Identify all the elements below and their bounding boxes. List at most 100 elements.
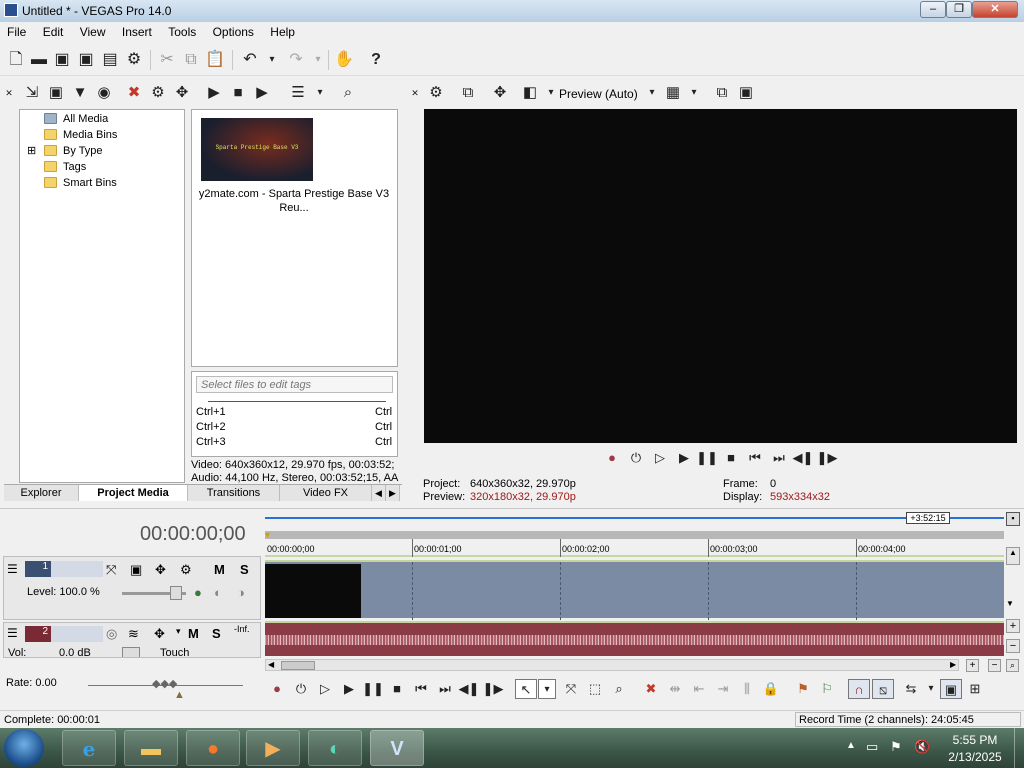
auto-preview-icon[interactable]: ▶ <box>252 80 272 106</box>
lock-icon[interactable]: 🔒 <box>760 679 782 699</box>
mute-button[interactable]: M <box>188 626 199 641</box>
action-center-icon[interactable]: ⚑ <box>890 739 902 755</box>
play-from-start-icon[interactable]: ▷ <box>314 679 336 699</box>
marker-bar[interactable] <box>265 531 1004 539</box>
scroll-right-icon[interactable]: ▶ <box>950 660 956 669</box>
mute-button[interactable]: M <box>214 562 225 577</box>
insert-region-icon[interactable]: ⚐ <box>816 679 838 699</box>
video-track-header[interactable]: ☰ 1 ⤧ ▣ ✥ ⚙ M S Level: 100.0 % ● ◐ ◑ <box>3 556 261 620</box>
render-icon[interactable]: ▤ <box>100 50 120 70</box>
edit-tool-icon[interactable]: ✋ <box>334 50 354 70</box>
quality-dropdown-icon[interactable]: ▾ <box>642 80 662 106</box>
go-to-start-icon[interactable]: ⏮ <box>744 448 766 468</box>
time-ruler[interactable]: 00:00:00;00 00:00:01;00 00:00:02;00 00:0… <box>265 539 1004 557</box>
pause-icon[interactable]: ❚❚ <box>696 448 718 468</box>
automation-mode-select[interactable]: Touch <box>160 647 189 657</box>
undo-dropdown-icon[interactable]: ▾ <box>262 50 282 70</box>
external-monitor-icon[interactable]: ⧉ <box>458 80 478 106</box>
capture-video-icon[interactable]: ▣ <box>46 80 66 106</box>
media-file-name[interactable]: y2mate.com - Sparta Prestige Base V3 Reu… <box>194 187 394 215</box>
record-icon[interactable]: ● <box>601 448 623 468</box>
save-as-icon[interactable]: ▣ <box>76 50 96 70</box>
level-slider-thumb[interactable] <box>170 586 182 600</box>
audio-track-header[interactable]: ☰ 2 ◎ ≋ ✥ ▾ M S -Inf. Vol: 0.0 dB Touch <box>3 622 261 658</box>
track-collapse-icon[interactable]: ☰ <box>7 626 18 640</box>
marker-flag-icon[interactable]: ▪ <box>1006 512 1020 526</box>
split-screen-icon[interactable]: ◧ <box>520 80 540 106</box>
tree-item-all-media[interactable]: All Media <box>20 111 184 127</box>
close-button[interactable]: ✕ <box>972 1 1018 18</box>
tab-scroll-left-icon[interactable]: ◀ <box>372 485 386 501</box>
trim-end-icon[interactable]: ⇥ <box>712 679 734 699</box>
video-fx-icon[interactable]: ✥ <box>490 80 510 106</box>
split-dropdown-icon[interactable]: ▾ <box>541 80 561 106</box>
menu-file[interactable]: File <box>0 22 32 39</box>
go-to-start-icon[interactable]: ⏮ <box>410 679 432 699</box>
ignore-event-grouping-icon[interactable]: ⊞ <box>964 679 986 699</box>
arm-record-icon[interactable]: ◎ <box>106 626 117 642</box>
overlays-dropdown-icon[interactable]: ▾ <box>684 80 704 106</box>
zoom-edit-tool-icon[interactable]: ⌕ <box>608 679 630 699</box>
tab-scroll-right-icon[interactable]: ▶ <box>386 485 400 501</box>
next-frame-icon[interactable]: ❚▶ <box>816 448 838 468</box>
panel-close-icon[interactable]: ✕ <box>410 80 420 106</box>
search-icon[interactable]: ⌕ <box>338 80 358 106</box>
tab-project-media[interactable]: Project Media <box>79 485 188 501</box>
insert-marker-icon[interactable]: ⚑ <box>792 679 814 699</box>
make-compositing-child-icon[interactable]: ◑ <box>237 585 245 600</box>
properties-icon[interactable]: ⚙ <box>124 50 144 70</box>
start-button[interactable] <box>4 729 44 767</box>
preview-properties-icon[interactable]: ⚙ <box>426 80 446 106</box>
volume-slider-thumb[interactable] <box>122 647 140 657</box>
play-icon[interactable]: ▶ <box>338 679 360 699</box>
minimize-button[interactable]: – <box>920 1 946 18</box>
copy-icon[interactable]: ⧉ <box>181 50 201 70</box>
next-frame-icon[interactable]: ❚▶ <box>482 679 504 699</box>
selection-tool-icon[interactable]: ⬚ <box>584 679 606 699</box>
menu-help[interactable]: Help <box>263 22 301 39</box>
split-icon[interactable]: ⫼ <box>736 679 758 699</box>
zoom-in-vertical-icon[interactable]: + <box>1006 619 1020 633</box>
edit-tool-dropdown-icon[interactable]: ▾ <box>538 679 556 699</box>
paste-icon[interactable]: 📋 <box>205 50 225 70</box>
auto-crossfade-icon[interactable]: ⧅ <box>872 679 894 699</box>
media-fx-icon[interactable]: ✥ <box>172 80 192 106</box>
go-to-end-icon[interactable]: ⏭ <box>768 448 790 468</box>
timeline-scroll-bar[interactable] <box>265 513 1004 519</box>
tab-transitions[interactable]: Transitions <box>188 485 280 501</box>
clock-date[interactable]: 2/13/2025 <box>940 750 1010 764</box>
scroll-down-icon[interactable]: ▼ <box>1006 599 1014 608</box>
tree-item-smart-bins[interactable]: Smart Bins <box>20 175 184 191</box>
tab-explorer[interactable]: Explorer <box>4 485 79 501</box>
ripple-edit-icon[interactable]: ⇆ <box>900 679 922 699</box>
solo-button[interactable]: S <box>212 626 221 641</box>
menu-view[interactable]: View <box>73 22 112 39</box>
lock-envelopes-icon[interactable]: ▣ <box>940 679 962 699</box>
media-player-icon[interactable]: ▶ <box>246 730 300 766</box>
invert-phase-icon[interactable]: ≋ <box>128 626 139 642</box>
track-fx-icon[interactable]: ✥ <box>154 626 165 642</box>
previous-frame-icon[interactable]: ◀❚ <box>458 679 480 699</box>
app-icon[interactable]: ◐ <box>308 730 362 766</box>
copy-snapshot-icon[interactable]: ⧉ <box>712 80 732 106</box>
horizontal-scrollbar[interactable]: ◀ ▶ <box>265 659 959 671</box>
tab-video-fx[interactable]: Video FX <box>280 485 372 501</box>
panel-close-icon[interactable]: ✕ <box>4 80 14 106</box>
track-name-field[interactable] <box>51 561 103 577</box>
undo-icon[interactable]: ↶ <box>240 50 260 70</box>
file-explorer-icon[interactable]: ▬ <box>124 730 178 766</box>
menu-insert[interactable]: Insert <box>115 22 158 39</box>
new-icon[interactable]: 🗋 <box>6 50 26 70</box>
trim-icon[interactable]: ⇹ <box>664 679 686 699</box>
pause-icon[interactable]: ❚❚ <box>362 679 384 699</box>
menu-tools[interactable]: Tools <box>161 22 202 39</box>
volume-muted-icon[interactable]: 🔇 <box>914 739 930 755</box>
import-media-icon[interactable]: ⇲ <box>22 80 42 106</box>
views-dropdown-icon[interactable]: ▾ <box>310 80 330 106</box>
web-media-icon[interactable]: ◉ <box>94 80 114 106</box>
redo-icon[interactable]: ↷ <box>286 50 306 70</box>
views-icon[interactable]: ☰ <box>288 80 308 106</box>
stop-icon[interactable]: ■ <box>386 679 408 699</box>
tree-item-media-bins[interactable]: Media Bins <box>20 127 184 143</box>
help-icon[interactable]: ? <box>366 50 386 70</box>
